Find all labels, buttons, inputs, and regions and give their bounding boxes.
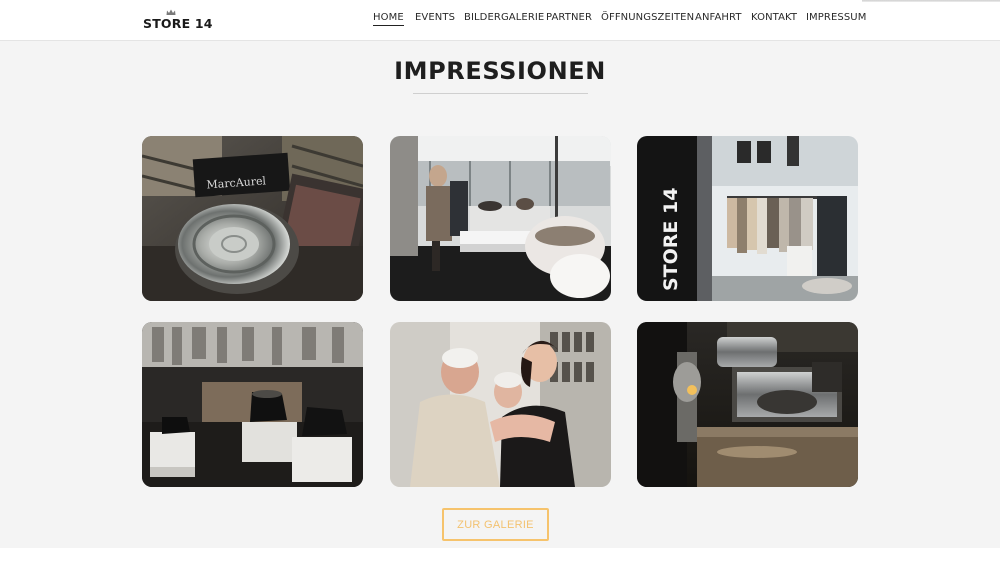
brand-name: STORE 14 [143,16,213,31]
section-title: IMPRESSIONEN [394,57,606,85]
gallery-photo-plates[interactable]: MarcAurel [142,136,363,301]
photo-guests-image [390,322,611,487]
gallery-photo-store-sign[interactable]: STORE 14 [637,136,858,301]
svg-text:STORE 14: STORE 14 [660,188,682,291]
gallery-photo-shoes[interactable] [142,322,363,487]
nav-bildergalerie[interactable]: BILDERGALERIE [464,12,544,23]
photo-plates-image: MarcAurel [142,136,363,301]
impressions-section: IMPRESSIONEN MarcAurel STORE 14 ZUR GALE… [0,41,1000,548]
nav-home[interactable]: HOME [373,12,404,26]
nav-partner[interactable]: PARTNER [546,12,592,23]
gallery-photo-guests[interactable] [390,322,611,487]
gallery-photo-espresso[interactable] [637,322,858,487]
photo-espresso-image [637,322,858,487]
header-edge-shadow [862,0,1000,2]
title-divider [413,93,588,94]
nav-anfahrt[interactable]: ANFAHRT [695,12,742,23]
nav-events[interactable]: EVENTS [415,12,455,23]
photo-store-sign-image: STORE 14 [637,136,858,301]
zur-galerie-button[interactable]: ZUR GALERIE [442,508,549,541]
photo-boutique-image [390,136,611,301]
photo-shoes-image [142,322,363,487]
store-logo[interactable]: STORE 14 [143,9,212,33]
crown-icon [166,9,176,15]
nav-impressum[interactable]: IMPRESSUM [806,12,866,23]
nav-kontakt[interactable]: KONTAKT [751,12,797,23]
site-header: STORE 14 HOME EVENTS BILDERGALERIE PARTN… [0,0,1000,41]
gallery-photo-boutique[interactable] [390,136,611,301]
nav-oeffnungszeiten[interactable]: ÖFFNUNGSZEITEN [601,12,694,23]
